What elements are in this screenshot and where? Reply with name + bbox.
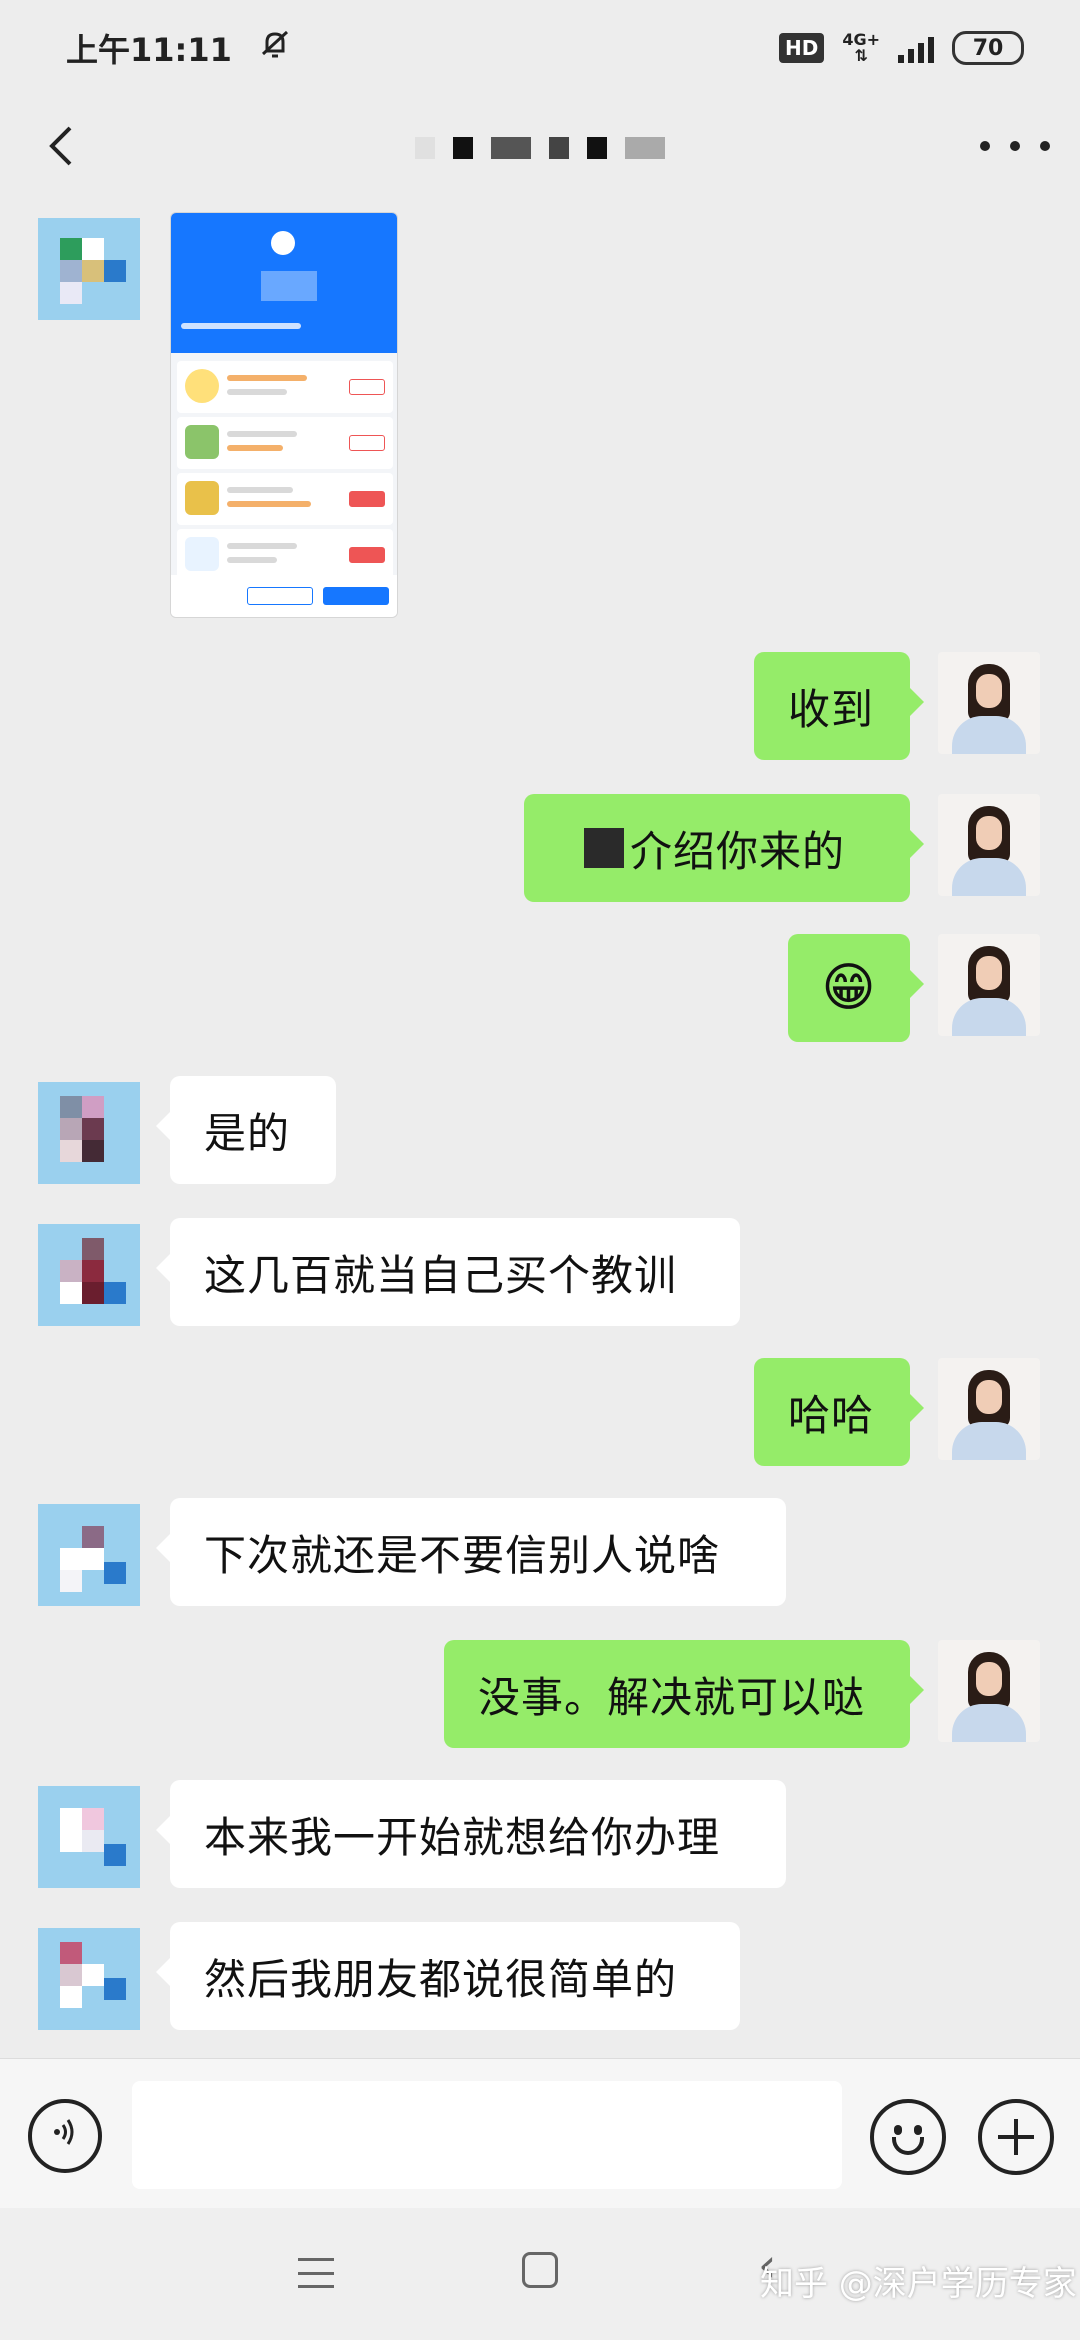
hd-badge: HD <box>778 33 825 63</box>
menu-icon[interactable] <box>298 2258 334 2288</box>
thumb-card <box>177 361 393 413</box>
shared-screenshot-image[interactable] <box>170 212 398 618</box>
message-text: 介绍你来的 <box>630 826 846 876</box>
avatar-contact[interactable] <box>38 1082 140 1184</box>
message-bubble-sent[interactable]: 哈哈 <box>754 1358 924 1466</box>
avatar-self[interactable] <box>938 652 1040 754</box>
chat-header <box>0 96 1080 200</box>
emoji-button[interactable] <box>870 2099 946 2175</box>
message-bubble-received[interactable]: 本来我一开始就想给你办理 <box>156 1780 786 1888</box>
message-bubble-sent[interactable]: 介绍你来的 <box>524 794 924 902</box>
avatar-self[interactable] <box>938 794 1040 896</box>
avatar-contact[interactable] <box>38 1928 140 2030</box>
network-type: 4G+ ⇅ <box>842 30 880 65</box>
status-bar: 上午11:11 HD 4G+ ⇅ 70 <box>0 0 1080 96</box>
more-button[interactable] <box>980 126 1050 166</box>
message-bubble-emoji[interactable]: 😁 <box>788 934 924 1042</box>
input-bar <box>0 2058 1080 2208</box>
thumb-card <box>177 473 393 525</box>
message-bubble-sent[interactable]: 收到 <box>754 652 924 760</box>
thumb-card <box>177 529 393 581</box>
message-bubble-received[interactable]: 这几百就当自己买个教训 <box>156 1218 740 1326</box>
avatar-contact[interactable] <box>38 1786 140 1888</box>
contact-name-redacted <box>415 137 665 159</box>
mute-bell-icon <box>258 27 292 69</box>
avatar-contact[interactable] <box>38 218 140 320</box>
redacted-block <box>584 828 624 868</box>
thumb-header <box>171 213 397 353</box>
message-bubble-sent[interactable]: 没事。解决就可以哒 <box>444 1640 924 1748</box>
thumb-footer <box>171 575 397 617</box>
avatar-contact[interactable] <box>38 1224 140 1326</box>
battery-icon: 70 <box>952 31 1024 65</box>
thumb-card <box>177 417 393 469</box>
message-bubble-received[interactable]: 下次就还是不要信别人说啥 <box>156 1498 786 1606</box>
chat-screen: 上午11:11 HD 4G+ ⇅ 70 收到 介绍你来的 😁 是的 这几百就当自… <box>0 0 1080 2340</box>
signal-icon <box>898 33 934 63</box>
status-time: 上午11:11 <box>66 31 232 69</box>
chevron-left-icon <box>49 126 72 166</box>
message-input[interactable] <box>132 2081 842 2189</box>
battery-level: 70 <box>972 35 1004 61</box>
voice-button[interactable] <box>28 2099 102 2173</box>
avatar-self[interactable] <box>938 1640 1040 1742</box>
message-bubble-received[interactable]: 是的 <box>156 1076 336 1184</box>
more-actions-button[interactable] <box>978 2099 1054 2175</box>
avatar-self[interactable] <box>938 934 1040 1036</box>
message-bubble-received[interactable]: 然后我朋友都说很简单的 <box>156 1922 740 2030</box>
watermark: 知乎 @深户学历专家 <box>760 2264 1077 2304</box>
avatar-self[interactable] <box>938 1358 1040 1460</box>
back-button[interactable] <box>34 116 94 176</box>
voice-icon <box>45 2112 85 2160</box>
avatar-contact[interactable] <box>38 1504 140 1606</box>
home-button[interactable] <box>522 2252 558 2288</box>
